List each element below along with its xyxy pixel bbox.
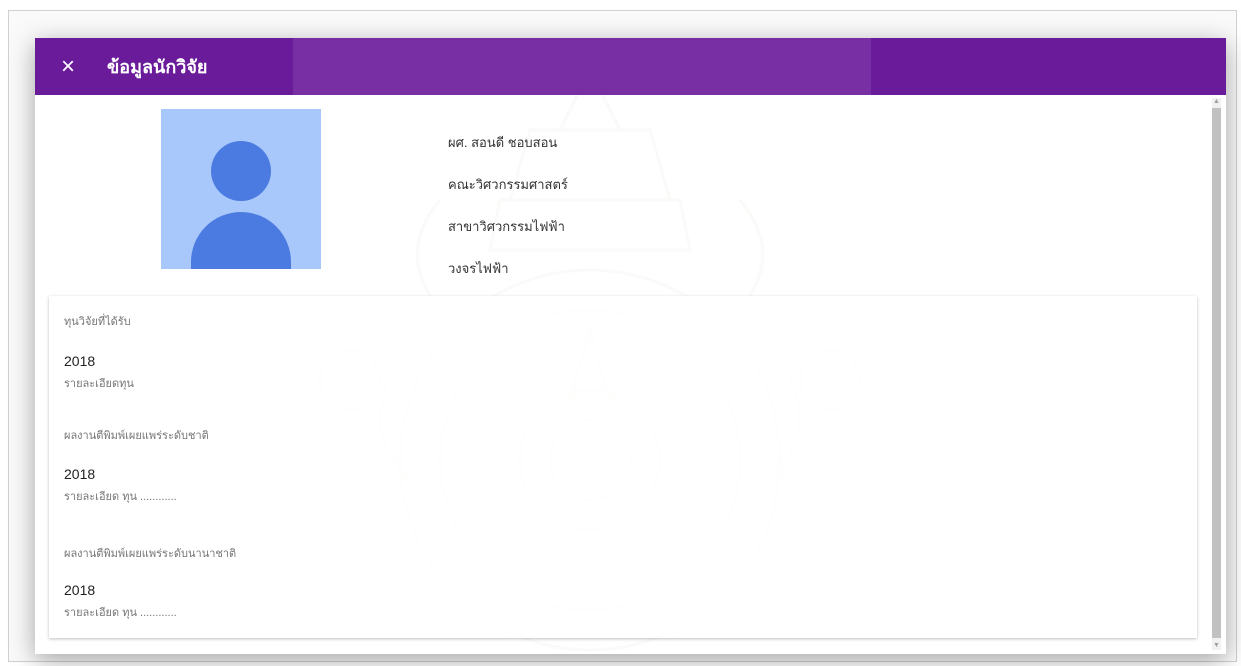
scroll-thumb[interactable] — [1212, 108, 1221, 638]
section-heading-national: ผลงานตีพิมพ์เผยแพร่ระดับชาติ — [64, 430, 209, 442]
vertical-scrollbar[interactable]: ▲ ▼ — [1212, 98, 1221, 650]
toolbar-highlight — [293, 38, 871, 95]
avatar-head — [211, 141, 271, 201]
research-info-card: ทุนวิจัยที่ได้รับ 2018 รายละเอียดทุน ผลง… — [49, 296, 1197, 638]
section-heading-grants: ทุนวิจัยที่ได้รับ — [64, 316, 131, 328]
grant-year: 2018 — [64, 353, 96, 369]
national-year: 2018 — [64, 466, 96, 482]
dialog-toolbar: × ข้อมูลนักวิจัย — [35, 38, 1226, 95]
avatar-body — [191, 212, 291, 269]
close-icon[interactable]: × — [55, 53, 81, 80]
avatar — [161, 109, 321, 269]
national-detail: รายละเอียด ทุน ............ — [64, 491, 177, 503]
researcher-faculty: คณะวิศวกรรมศาสตร์ — [448, 177, 568, 192]
grant-detail: รายละเอียดทุน — [64, 378, 134, 390]
section-heading-international: ผลงานตีพิมพ์เผยแพร่ระดับนานาชาติ — [64, 548, 237, 560]
international-year: 2018 — [64, 582, 96, 598]
scroll-down-icon[interactable]: ▼ — [1212, 642, 1221, 650]
international-detail: รายละเอียด ทุน ............ — [64, 607, 177, 619]
researcher-department: สาขาวิศวกรรมไฟฟ้า — [448, 219, 565, 234]
scroll-up-icon[interactable]: ▲ — [1212, 98, 1221, 106]
dialog-title: ข้อมูลนักวิจัย — [107, 57, 208, 77]
researcher-dialog: × ข้อมูลนักวิจัย ผศ. สอนดี ชอบสอน คณะวิศ… — [35, 38, 1226, 654]
researcher-field: วงจรไฟฟ้า — [448, 261, 509, 276]
researcher-name: ผศ. สอนดี ชอบสอน — [448, 135, 558, 150]
